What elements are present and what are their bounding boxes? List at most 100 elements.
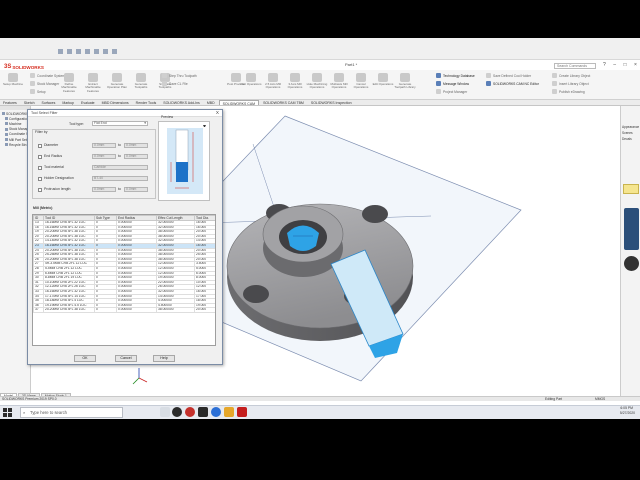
end-radius-label: End Radius bbox=[44, 154, 63, 158]
create-library-object-button[interactable]: Create Library Object bbox=[552, 73, 590, 78]
app-icon-1[interactable] bbox=[172, 407, 182, 417]
title-bar bbox=[0, 38, 640, 60]
tree-node-icon bbox=[5, 143, 8, 147]
ribbon-button-16[interactable]: Generate Toolpath Library bbox=[394, 73, 416, 90]
help-icon[interactable]: ? bbox=[603, 62, 606, 69]
protrusion-max-input[interactable]: 0.0mm bbox=[124, 187, 148, 192]
protrusion-length-checkbox[interactable] bbox=[38, 188, 42, 192]
ribbon-button-13[interactable]: Multiaxis Mill Operations bbox=[328, 73, 350, 90]
task-pane-item[interactable]: Decals bbox=[622, 136, 639, 142]
tool-material-checkbox[interactable] bbox=[38, 166, 42, 170]
cm-tab[interactable]: Features bbox=[0, 100, 20, 105]
nc-editor-button[interactable]: SOLIDWORKS CAM NC Editor bbox=[486, 81, 539, 86]
ribbon-button-12[interactable]: Hole Machining Operations bbox=[306, 73, 328, 90]
cancel-button[interactable]: Cancel bbox=[115, 355, 137, 362]
dialog-close-icon[interactable]: X bbox=[216, 110, 219, 116]
ribbon-button-10[interactable]: 2.5 Axis Mill Operations bbox=[262, 73, 284, 90]
diameter-min-input[interactable]: 0.0mm bbox=[92, 143, 116, 148]
tool-material-select[interactable]: Carbide bbox=[92, 165, 148, 170]
ribbon-button-11[interactable]: 3 Axis Mill Operations bbox=[284, 73, 306, 90]
maximize-icon[interactable]: □ bbox=[624, 62, 627, 69]
cm-tab[interactable]: SOLIDWORKS CAM bbox=[218, 100, 260, 106]
minimize-icon[interactable]: – bbox=[613, 62, 616, 69]
print-icon[interactable] bbox=[85, 49, 90, 54]
project-manager-button[interactable]: Project Manager bbox=[436, 89, 467, 94]
ribbon-small-button-7[interactable]: Save CL File bbox=[162, 81, 188, 86]
options-icon[interactable] bbox=[112, 49, 117, 54]
table-row[interactable]: 37 20-20MM CRB 4FL 38 LOC 0 0.000000 38.0000… bbox=[33, 307, 215, 313]
holder-designation-select[interactable]: BT-40 bbox=[92, 176, 148, 181]
cm-tab[interactable]: SOLIDWORKS Add-Ins bbox=[160, 100, 203, 105]
tool-table[interactable]: ID Tool ID Sub Type End Radius Effec Cut Len… bbox=[32, 214, 216, 346]
cm-tab[interactable]: Markup bbox=[59, 100, 77, 105]
end-radius-checkbox[interactable] bbox=[38, 155, 42, 159]
diameter-checkbox[interactable] bbox=[38, 144, 42, 148]
ribbon-button-1[interactable]: Define Machinable Features bbox=[58, 73, 80, 93]
scene-thumbnail[interactable] bbox=[624, 208, 639, 250]
app-icon-2[interactable] bbox=[185, 407, 195, 417]
quick-access-toolbar bbox=[58, 49, 117, 54]
save-icon[interactable] bbox=[76, 49, 81, 54]
close-icon[interactable]: × bbox=[634, 62, 637, 69]
ribbon-button-0[interactable]: Setup Machine bbox=[2, 73, 24, 86]
stock-manager-button[interactable]: Stock Manager bbox=[30, 81, 59, 86]
app-icon-3[interactable] bbox=[198, 407, 208, 417]
document-title: Part1 * bbox=[345, 62, 358, 67]
holder-designation-checkbox[interactable] bbox=[38, 177, 42, 181]
stock-icon bbox=[30, 81, 35, 86]
windows-start-icon[interactable] bbox=[3, 408, 12, 417]
taskbar-search-input[interactable]: ⌕ Type here to search bbox=[20, 407, 123, 418]
app-icon-4[interactable] bbox=[211, 407, 221, 417]
help-button[interactable]: Help bbox=[153, 355, 175, 362]
selected-bore-face[interactable] bbox=[287, 225, 319, 252]
appearance-swatch[interactable] bbox=[623, 184, 639, 194]
letterbox-bottom bbox=[0, 419, 640, 480]
ribbon-button-15[interactable]: Edit Operations bbox=[372, 73, 394, 86]
new-icon[interactable] bbox=[58, 49, 63, 54]
ribbon-button-4[interactable]: Generate Toolpaths bbox=[130, 73, 152, 90]
task-view-icon[interactable] bbox=[160, 407, 170, 417]
cm-tab[interactable]: Surfaces bbox=[39, 100, 59, 105]
cm-tab[interactable]: MBD bbox=[204, 100, 218, 105]
cm-tab[interactable]: SOLIDWORKS Inspection bbox=[308, 100, 355, 105]
technology-database-button[interactable]: Technology Database bbox=[436, 73, 475, 78]
save-defined-holder-button[interactable]: Save Defined Cool Holder bbox=[486, 73, 531, 78]
ribbon-button-label: Setup Machine bbox=[2, 82, 23, 86]
ok-button[interactable]: OK bbox=[74, 355, 96, 362]
protrusion-min-input[interactable]: 0.0mm bbox=[92, 187, 116, 192]
tool-table-grid: ID Tool ID Sub Type End Radius Effec Cut Len… bbox=[33, 215, 215, 313]
tree-item[interactable]: Recycle Bin bbox=[0, 142, 30, 147]
cm-tab[interactable]: Sketch bbox=[21, 100, 38, 105]
ribbon-button-14[interactable]: Cancel Operations bbox=[350, 73, 372, 90]
tool-select-filter-dialog: Tool Select Filter X Tool type: Flat End… bbox=[27, 109, 223, 365]
ribbon-button-2[interactable]: Extract Machinable Features bbox=[82, 73, 104, 93]
end-radius-max-input[interactable]: 0.0mm bbox=[124, 154, 148, 159]
insert-library-object-button[interactable]: Insert Library Object bbox=[552, 81, 589, 86]
search-commands-input[interactable]: Search Commands bbox=[554, 63, 596, 69]
decal-thumbnail[interactable] bbox=[624, 256, 639, 271]
tool-type-select[interactable]: Flat End ▾ bbox=[92, 121, 148, 126]
rebuild-icon[interactable] bbox=[103, 49, 108, 54]
diameter-max-input[interactable]: 0.0mm bbox=[124, 143, 148, 148]
cm-tab[interactable]: Render Tools bbox=[133, 100, 160, 105]
undo-icon[interactable] bbox=[94, 49, 99, 54]
ribbon-button-icon bbox=[334, 73, 344, 82]
ribbon-button-9[interactable]: Part Operations bbox=[240, 73, 262, 86]
cm-tab[interactable]: MBD Dimensions bbox=[99, 100, 132, 105]
triad-icon bbox=[132, 368, 148, 385]
status-units[interactable]: MMGS bbox=[595, 397, 605, 401]
window-controls: ? – □ × bbox=[603, 62, 637, 69]
setup-label: Setup bbox=[37, 89, 46, 94]
tree-node-icon bbox=[5, 117, 8, 121]
solidworks-taskbar-icon[interactable] bbox=[237, 407, 247, 417]
cm-tab[interactable]: SOLIDWORKS CAM TBM bbox=[260, 100, 307, 105]
ribbon-small-button-6[interactable]: Step Thru Toolpath bbox=[162, 73, 197, 78]
ribbon-button-3[interactable]: Generate Operation Plan bbox=[106, 73, 128, 90]
open-icon[interactable] bbox=[67, 49, 72, 54]
end-radius-min-input[interactable]: 0.0mm bbox=[92, 154, 116, 159]
file-explorer-icon[interactable] bbox=[224, 407, 234, 417]
setup-button[interactable]: Setup bbox=[30, 89, 46, 94]
cm-tab[interactable]: Evaluate bbox=[78, 100, 98, 105]
message-window-button[interactable]: Message Window bbox=[436, 81, 469, 86]
publish-edrawing-button[interactable]: Publish eDrawing bbox=[552, 89, 585, 94]
